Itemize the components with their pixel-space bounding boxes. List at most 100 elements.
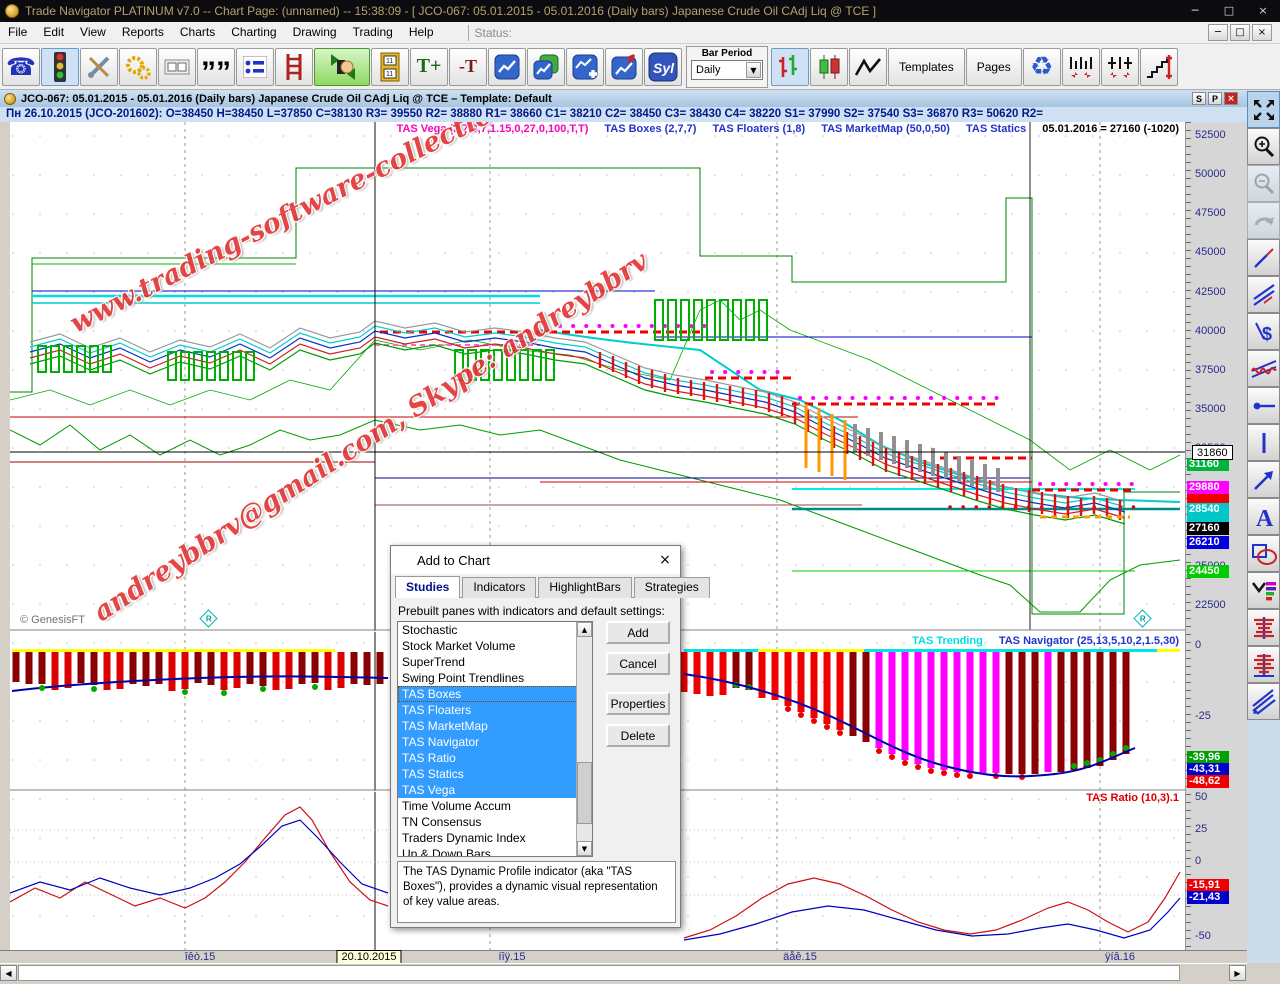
- list-item[interactable]: TAS Ratio: [398, 750, 592, 766]
- list-item[interactable]: Stochastic: [398, 622, 592, 638]
- zoom-out-button[interactable]: [1247, 165, 1280, 202]
- text-plus-button[interactable]: T+: [410, 48, 448, 86]
- list-item[interactable]: TAS Floaters: [398, 702, 592, 718]
- text-minus-button[interactable]: -T: [449, 48, 487, 86]
- undo-zoom-button[interactable]: [1247, 202, 1280, 239]
- fib-extension-tool-button[interactable]: [1247, 646, 1280, 683]
- mdi-close-button[interactable]: ×: [1252, 24, 1272, 41]
- gears-button[interactable]: [119, 48, 157, 86]
- properties-button[interactable]: Properties: [606, 692, 670, 715]
- tas-statics-label[interactable]: TAS Statics: [966, 123, 1026, 135]
- mdi-minimize-button[interactable]: ─: [1208, 24, 1228, 41]
- line-chart-button[interactable]: [849, 48, 887, 86]
- scroll-left-button[interactable]: ◀: [0, 965, 17, 981]
- tas-ratio-label[interactable]: TAS Ratio (10,3).1: [1086, 792, 1179, 804]
- maximize-button[interactable]: □: [1212, 0, 1246, 22]
- close-button[interactable]: ×: [1246, 0, 1280, 22]
- quotes-button[interactable]: ””: [197, 48, 235, 86]
- zoom-in-button[interactable]: [1247, 128, 1280, 165]
- traffic-light-button[interactable]: [41, 48, 79, 86]
- syl-button[interactable]: Syl: [644, 48, 682, 86]
- time-axis[interactable]: îêò.15 20.10.2015 íîÿ.15 äåê.15 ÿíâ.16: [0, 950, 1247, 963]
- tas-trending-label[interactable]: TAS Trending: [912, 635, 983, 647]
- tools-button[interactable]: [80, 48, 118, 86]
- menu-file[interactable]: File: [0, 22, 35, 43]
- tas-navigator-label[interactable]: TAS Navigator (25,13,5,10,2,1.5,30): [999, 635, 1179, 647]
- cycle-tool-button[interactable]: [1247, 350, 1280, 387]
- tab-strategies[interactable]: Strategies: [634, 577, 710, 598]
- scale-button[interactable]: S: [1192, 92, 1206, 105]
- menu-view[interactable]: View: [72, 22, 114, 43]
- ohlc-bars-button[interactable]: [771, 48, 809, 86]
- list-item[interactable]: TAS Statics: [398, 766, 592, 782]
- bar-period-select[interactable]: Daily ▼: [691, 60, 763, 80]
- tab-studies[interactable]: Studies: [395, 576, 460, 598]
- chart-close-button[interactable]: ×: [1224, 92, 1238, 105]
- chart-add-button[interactable]: [566, 48, 604, 86]
- properties-button[interactable]: P: [1208, 92, 1222, 105]
- scroll-down-icon[interactable]: ▼: [577, 841, 592, 856]
- tas-marketmap-label[interactable]: TAS MarketMap (50,0,50): [821, 123, 950, 135]
- list-button[interactable]: [236, 48, 274, 86]
- vertical-line-tool-button[interactable]: [1247, 424, 1280, 461]
- tab-highlightbars[interactable]: HighlightBars: [538, 577, 631, 598]
- list-item[interactable]: TN Consensus: [398, 814, 592, 830]
- menu-trading[interactable]: Trading: [345, 22, 401, 43]
- new-chart-button[interactable]: [488, 48, 526, 86]
- parallel-lines-tool-button[interactable]: [1247, 276, 1280, 313]
- fit-chart-button[interactable]: [1247, 91, 1280, 128]
- menu-charting[interactable]: Charting: [223, 22, 284, 43]
- trade-hand-button[interactable]: [314, 48, 370, 86]
- add-button[interactable]: Add: [606, 621, 670, 644]
- list-item[interactable]: Swing Point Trendlines: [398, 670, 592, 686]
- angle-tool-button[interactable]: [1247, 683, 1280, 720]
- filmstrip-button[interactable]: 1111: [371, 48, 409, 86]
- candlestick-button[interactable]: [810, 48, 848, 86]
- list-item[interactable]: Up & Down Bars: [398, 846, 592, 857]
- ladder-button[interactable]: [275, 48, 313, 86]
- menu-charts[interactable]: Charts: [172, 22, 223, 43]
- arrow-tool-button[interactable]: [1247, 461, 1280, 498]
- text-tool-button[interactable]: A: [1247, 498, 1280, 535]
- menu-edit[interactable]: Edit: [35, 22, 72, 43]
- phone-button[interactable]: ☎: [2, 48, 40, 86]
- compress-out-button[interactable]: [1101, 48, 1139, 86]
- list-item[interactable]: Time Volume Accum: [398, 798, 592, 814]
- menu-drawing[interactable]: Drawing: [285, 22, 345, 43]
- list-item[interactable]: Traders Dynamic Index: [398, 830, 592, 846]
- chart-window-titlebar[interactable]: JCO-067: 05.01.2015 - 05.01.2016 (Daily …: [0, 90, 1280, 107]
- horizontal-scrollbar[interactable]: ◀ ▶: [0, 963, 1247, 981]
- tas-floaters-label[interactable]: TAS Floaters (1,8): [712, 123, 805, 135]
- pages-button[interactable]: Pages: [966, 48, 1022, 86]
- chart-copy-button[interactable]: [527, 48, 565, 86]
- compress-in-button[interactable]: [1062, 48, 1100, 86]
- scrollbar-thumb[interactable]: [18, 965, 1180, 981]
- list-item-tas-boxes[interactable]: TAS Boxes: [398, 686, 592, 702]
- list-item[interactable]: Stock Market Volume: [398, 638, 592, 654]
- list-item[interactable]: TAS Vega: [398, 782, 592, 798]
- list-item[interactable]: TAS Navigator: [398, 734, 592, 750]
- horizontal-line-tool-button[interactable]: [1247, 387, 1280, 424]
- tab-indicators[interactable]: Indicators: [462, 577, 536, 598]
- mdi-restore-button[interactable]: □: [1230, 24, 1250, 41]
- trendline-tool-button[interactable]: [1247, 239, 1280, 276]
- chart-pointer-button[interactable]: [605, 48, 643, 86]
- menu-reports[interactable]: Reports: [114, 22, 172, 43]
- dialog-close-icon[interactable]: ×: [650, 552, 680, 568]
- fib-retracement-tool-button[interactable]: [1247, 609, 1280, 646]
- list-scrollbar-thumb[interactable]: [577, 762, 592, 824]
- templates-button[interactable]: Templates: [888, 48, 965, 86]
- tas-boxes-label[interactable]: TAS Boxes (2,7,7): [604, 123, 696, 135]
- panes-button[interactable]: [158, 48, 196, 86]
- scroll-up-icon[interactable]: ▲: [577, 622, 592, 637]
- menu-help[interactable]: Help: [401, 22, 442, 43]
- list-item[interactable]: SuperTrend: [398, 654, 592, 670]
- steps-button[interactable]: [1140, 48, 1178, 86]
- delete-button[interactable]: Delete: [606, 724, 670, 747]
- list-scrollbar[interactable]: ▲ ▼: [576, 622, 592, 856]
- dialog-titlebar[interactable]: Add to Chart ×: [391, 546, 680, 574]
- price-scale[interactable]: 52500 50000 47500 45000 42500 40000 3750…: [1185, 122, 1247, 963]
- shapes-tool-button[interactable]: [1247, 535, 1280, 572]
- volume-profile-tool-button[interactable]: [1247, 572, 1280, 609]
- studies-listbox[interactable]: Stochastic Stock Market Volume SuperTren…: [397, 621, 593, 857]
